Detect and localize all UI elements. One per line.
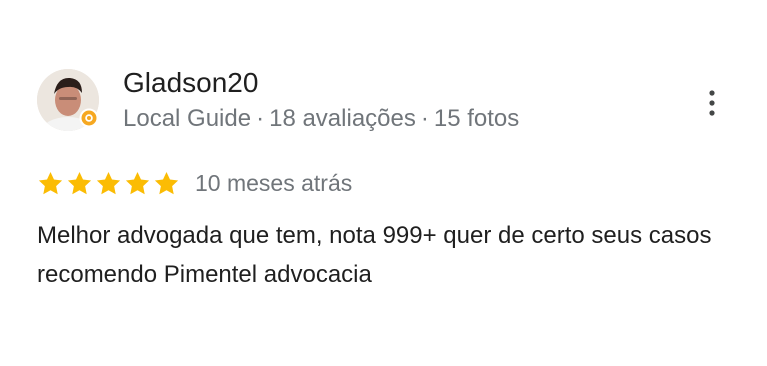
more-vert-icon [709, 90, 715, 116]
rating-row: 10 meses atrás [37, 168, 352, 200]
author-role: Local Guide [123, 105, 252, 132]
author-meta: Local Guide · 18 avaliações · 15 fotos [123, 104, 519, 134]
reviews-count[interactable]: 18 avaliações [269, 105, 416, 132]
local-guide-badge-icon [79, 108, 99, 128]
author-name[interactable]: Gladson20 [123, 66, 258, 100]
star-icon [67, 171, 92, 194]
review-text: Melhor advogada que tem, nota 999+ quer … [37, 222, 712, 288]
review-date: 10 meses atrás [195, 170, 353, 196]
photos-count[interactable]: 15 fotos [434, 105, 519, 132]
meta-separator: · [256, 105, 265, 132]
star-icon [154, 171, 179, 194]
more-options-button[interactable] [700, 87, 724, 121]
review-card: Gladson20 Local Guide · 18 avaliações · 15 f… [0, 0, 767, 366]
meta-separator: · [420, 105, 429, 132]
star-icon [125, 171, 150, 194]
star-icon [96, 171, 121, 194]
star-icon [38, 171, 63, 194]
star-rating [37, 170, 182, 197]
